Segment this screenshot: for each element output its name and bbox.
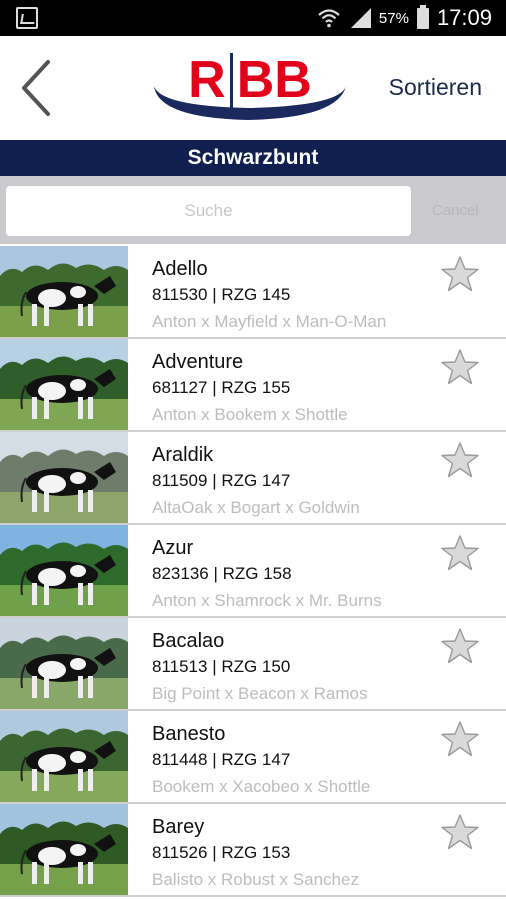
logo-letter-r: R: [188, 51, 226, 109]
navigation-bar: R BB Sortieren: [0, 36, 506, 140]
favorite-star-icon[interactable]: [440, 533, 480, 573]
bull-name: Adventure: [152, 351, 244, 373]
bull-code: 811513 | RZG 150: [152, 657, 291, 676]
rbb-logo: R BB: [152, 52, 348, 130]
logo-letters-bb: BB: [236, 51, 312, 109]
list-item[interactable]: Araldik 811509 | RZG 147 AltaOak x Bogar…: [0, 432, 506, 525]
bull-code: 811530 | RZG 145: [152, 285, 291, 304]
wifi-icon: [317, 7, 341, 29]
bull-pedigree: Bookem x Xacobeo x Shottle: [152, 777, 371, 796]
bull-name: Azur: [152, 537, 194, 559]
bull-name: Araldik: [152, 444, 214, 466]
favorite-star-icon[interactable]: [440, 347, 480, 387]
bull-name: Adello: [152, 258, 208, 280]
bull-pedigree: Anton x Shamrock x Mr. Burns: [152, 591, 382, 610]
bull-code: 811448 | RZG 147: [152, 750, 291, 769]
sort-button[interactable]: Sortieren: [389, 74, 482, 101]
bull-pedigree: AltaOak x Bogart x Goldwin: [152, 498, 360, 517]
bull-photo: [0, 339, 128, 430]
search-input[interactable]: [6, 186, 411, 236]
logo-divider: [229, 53, 233, 119]
bull-code: 823136 | RZG 158: [152, 564, 292, 583]
clock: 17:09: [436, 5, 492, 30]
bull-photo: [0, 618, 128, 709]
list-item[interactable]: Adventure 681127 | RZG 155 Anton x Booke…: [0, 339, 506, 432]
bull-pedigree: Big Point x Beacon x Ramos: [152, 684, 368, 703]
favorite-star-icon[interactable]: [440, 626, 480, 666]
list-item[interactable]: Banesto 811448 | RZG 147 Bookem x Xacobe…: [0, 711, 506, 804]
section-title: Schwarzbunt: [0, 140, 506, 176]
bull-photo: [0, 246, 128, 337]
favorite-star-icon[interactable]: [440, 440, 480, 480]
bull-photo: [0, 804, 128, 895]
list-item[interactable]: Adello 811530 | RZG 145 Anton x Mayfield…: [0, 246, 506, 339]
bull-name: Banesto: [152, 723, 226, 745]
status-bar: 57% 17:09: [0, 0, 506, 36]
list-item[interactable]: Barey 811526 | RZG 153 Balisto x Robust …: [0, 804, 506, 897]
bull-pedigree: Anton x Mayfield x Man-O-Man: [152, 312, 387, 331]
bull-code: 681127 | RZG 155: [152, 378, 291, 397]
list-item[interactable]: Azur 823136 | RZG 158 Anton x Shamrock x…: [0, 525, 506, 618]
search-bar: Cancel: [0, 176, 506, 244]
bull-pedigree: Balisto x Robust x Sanchez: [152, 870, 359, 889]
battery-icon: [416, 4, 429, 29]
back-button[interactable]: [18, 58, 54, 118]
bull-list: Adello 811530 | RZG 145 Anton x Mayfield…: [0, 246, 506, 897]
bull-photo: [0, 432, 128, 523]
list-item[interactable]: Bacalao 811513 | RZG 150 Big Point x Bea…: [0, 618, 506, 711]
bull-pedigree: Anton x Bookem x Shottle: [152, 405, 348, 424]
bull-name: Barey: [152, 816, 205, 838]
bull-code: 811509 | RZG 147: [152, 471, 291, 490]
signal-icon: [349, 8, 371, 28]
bull-photo: [0, 711, 128, 802]
bull-name: Bacalao: [152, 630, 225, 652]
bull-photo: [0, 525, 128, 616]
gallery-icon: [16, 7, 38, 29]
favorite-star-icon[interactable]: [440, 812, 480, 852]
battery-percent: 57%: [378, 9, 409, 27]
cancel-button[interactable]: Cancel: [432, 202, 479, 219]
chevron-left-icon: [22, 60, 50, 116]
favorite-star-icon[interactable]: [440, 254, 480, 294]
bull-code: 811526 | RZG 153: [152, 843, 291, 862]
favorite-star-icon[interactable]: [440, 719, 480, 759]
